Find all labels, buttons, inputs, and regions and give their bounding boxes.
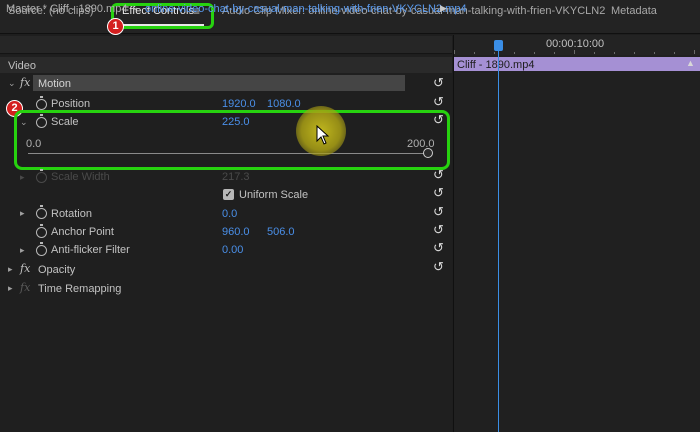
reset-icon[interactable]: ↺ <box>433 223 444 236</box>
reset-icon[interactable]: ↺ <box>433 205 444 218</box>
collapse-triangle-icon[interactable]: ⌄ <box>20 117 28 128</box>
stopwatch-icon <box>36 169 47 183</box>
scale-slider-min: 0.0 <box>26 138 42 150</box>
reset-icon[interactable]: ↺ <box>433 168 444 181</box>
opacity-label[interactable]: Opacity <box>38 264 75 276</box>
anchor-point-y-value[interactable]: 506.0 <box>267 226 295 238</box>
reset-icon[interactable]: ↺ <box>433 95 444 108</box>
uniform-scale-label: Uniform Scale <box>239 189 309 201</box>
ruler-timecode: 00:00:10:00 <box>546 38 605 50</box>
reset-icon[interactable]: ↺ <box>433 260 444 273</box>
video-section-header <box>0 57 452 73</box>
scroll-up-icon[interactable]: ▲ <box>686 58 695 68</box>
reset-icon[interactable]: ↺ <box>433 113 444 126</box>
ruler-ticks <box>454 50 695 54</box>
fx-toggle-icon: fx <box>20 281 31 294</box>
stopwatch-icon[interactable] <box>36 205 47 219</box>
scale-label: Scale <box>51 116 79 128</box>
position-y-value[interactable]: 1080.0 <box>267 98 301 110</box>
clip-header-row <box>0 36 452 54</box>
rotation-value[interactable]: 0.0 <box>222 208 237 220</box>
reset-icon[interactable]: ↺ <box>433 241 444 254</box>
step-badge-1: 1 <box>107 18 124 35</box>
timeline-clip-label: Cliff - 1890.mp4 <box>457 59 535 71</box>
master-clip-label[interactable]: Master * Cliff - 1890.mp4 <box>6 3 127 15</box>
rotation-label: Rotation <box>51 208 92 220</box>
expand-triangle-icon: ▸ <box>20 172 25 182</box>
stopwatch-icon[interactable] <box>36 96 47 110</box>
collapse-triangle-icon[interactable]: ⌄ <box>8 78 16 89</box>
mouse-cursor-icon <box>316 125 330 145</box>
timeline-panel <box>453 35 700 432</box>
anti-flicker-value[interactable]: 0.00 <box>222 244 243 256</box>
playhead-handle[interactable] <box>494 40 503 51</box>
chevron-down-icon[interactable]: ⌄ <box>131 2 139 13</box>
motion-effect-bar[interactable] <box>33 75 405 91</box>
stopwatch-icon[interactable] <box>36 242 47 256</box>
uniform-scale-checkbox[interactable]: ✓ <box>223 189 234 200</box>
position-label: Position <box>51 98 91 110</box>
stopwatch-icon[interactable] <box>36 224 47 238</box>
expand-triangle-icon[interactable]: ▸ <box>8 264 13 275</box>
time-remapping-label[interactable]: Time Remapping <box>38 283 121 295</box>
expand-triangle-icon[interactable]: ▸ <box>20 245 25 256</box>
tab-metadata[interactable]: Metadata <box>611 5 657 17</box>
scale-slider-track[interactable] <box>28 153 428 154</box>
video-section-label: Video <box>8 60 36 72</box>
scale-value[interactable]: 225.0 <box>222 116 250 128</box>
reset-icon[interactable]: ↺ <box>433 76 444 89</box>
reset-icon[interactable]: ↺ <box>433 186 444 199</box>
fx-toggle-icon[interactable]: fx <box>20 262 30 275</box>
scale-width-value: 217.3 <box>222 171 250 183</box>
anchor-point-label: Anchor Point <box>51 226 114 238</box>
position-x-value[interactable]: 1920.0 <box>222 98 256 110</box>
scale-width-label: Scale Width <box>51 171 110 183</box>
play-icon[interactable]: ▶ <box>440 3 447 14</box>
sequence-clip-link[interactable]: online-video-chat-by-casual-man-talking-… <box>145 3 467 15</box>
scale-slider-handle[interactable] <box>423 148 433 158</box>
expand-triangle-icon[interactable]: ▸ <box>20 208 25 219</box>
fx-toggle-icon[interactable]: fx <box>20 76 30 89</box>
motion-effect-label: Motion <box>38 78 72 90</box>
stopwatch-icon[interactable] <box>36 114 47 128</box>
playhead-line <box>498 51 499 432</box>
anchor-point-x-value[interactable]: 960.0 <box>222 226 250 238</box>
anti-flicker-label: Anti-flicker Filter <box>51 244 130 256</box>
expand-triangle-icon[interactable]: ▸ <box>8 283 13 294</box>
